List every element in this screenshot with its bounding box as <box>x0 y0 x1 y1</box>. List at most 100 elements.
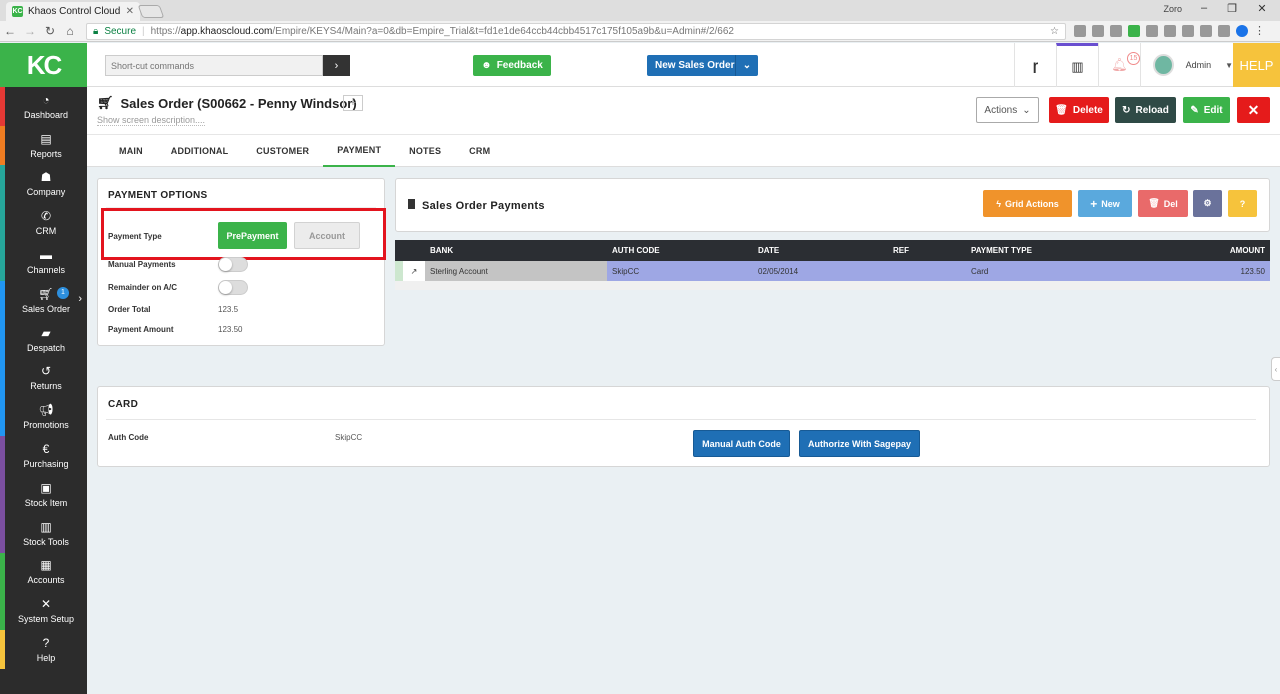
grid-help-button[interactable]: ? <box>1228 190 1257 217</box>
minimize-icon[interactable]: – <box>1190 2 1218 14</box>
column-header-amount[interactable]: AMOUNT <box>1230 246 1265 255</box>
user-menu[interactable]: Admin ▼ <box>1140 43 1233 87</box>
account-button[interactable]: Account <box>294 222 360 249</box>
back-icon[interactable]: ← <box>0 24 20 38</box>
close-button[interactable]: ✕ <box>1237 97 1270 123</box>
sidebar-item-accounts[interactable]: ▦ Accounts <box>0 552 87 592</box>
sidebar-item-sales-order[interactable]: 🛒︎ Sales Order 1 › <box>0 280 87 320</box>
warehouse-button[interactable]: ▥ <box>1056 43 1098 87</box>
chevron-right-icon: › <box>334 59 339 72</box>
tools-icon: ✕ <box>40 597 52 612</box>
sidebar-item-stock-tools[interactable]: ▥ Stock Tools <box>0 513 87 553</box>
sidebar-item-promotions[interactable]: 📢︎ Promotions <box>0 397 87 437</box>
add-button[interactable]: + <box>343 95 363 111</box>
extension-icon[interactable] <box>1074 25 1086 37</box>
sidebar-item-system-setup[interactable]: ✕ System Setup <box>0 591 87 631</box>
side-panel-toggle[interactable]: ‹ <box>1271 357 1280 381</box>
show-description-link[interactable]: Show screen description.... <box>97 115 206 126</box>
bookmark-star-icon[interactable]: ☆ <box>1050 26 1059 37</box>
forward-icon[interactable]: → <box>20 24 40 38</box>
server-icon: ▬ <box>40 248 52 263</box>
sidebar-item-label: Accounts <box>27 575 65 586</box>
sidebar-item-returns[interactable]: ↺ Returns <box>0 358 87 398</box>
manual-payments-toggle[interactable] <box>218 257 248 272</box>
new-payment-button[interactable]: + New <box>1078 190 1132 217</box>
home-icon[interactable]: ⌂ <box>60 24 80 38</box>
tab-customer[interactable]: CUSTOMER <box>242 135 323 167</box>
signal-icon: ɼ <box>1032 57 1039 73</box>
tab-payment[interactable]: PAYMENT <box>323 135 396 167</box>
column-header-payment-type[interactable]: PAYMENT TYPE <box>971 246 1032 255</box>
prepayment-button[interactable]: PrePayment <box>218 222 287 249</box>
shortcut-go-button[interactable]: › <box>323 55 350 76</box>
extension-icon[interactable] <box>1164 25 1176 37</box>
signal-button[interactable]: ɼ <box>1014 43 1056 87</box>
manual-auth-code-button[interactable]: Manual Auth Code <box>693 430 790 457</box>
extension-icon[interactable] <box>1182 25 1194 37</box>
sidebar-item-dashboard[interactable]: ◔ Dashboard <box>0 87 87 126</box>
sidebar-item-crm[interactable]: ✆ CRM <box>0 203 87 243</box>
authorize-sagepay-button[interactable]: Authorize With Sagepay <box>799 430 920 457</box>
tab-additional[interactable]: ADDITIONAL <box>157 135 243 167</box>
delete-button[interactable]: 🗑︎ Delete <box>1049 97 1109 123</box>
open-row-icon[interactable]: ↗ <box>403 261 425 281</box>
sidebar-item-label: Promotions <box>23 420 69 431</box>
column-header-auth-code[interactable]: AUTH CODE <box>612 246 660 255</box>
column-header-ref[interactable]: REF <box>893 246 909 255</box>
extension-icon[interactable] <box>1236 25 1248 37</box>
close-tab-icon[interactable]: ✕ <box>126 6 134 17</box>
sidebar-item-company[interactable]: ☗ Company <box>0 164 87 204</box>
column-header-date[interactable]: DATE <box>758 246 779 255</box>
chart-icon: ▥ <box>40 519 52 534</box>
new-sales-order-button[interactable]: New Sales Order ⌄ <box>647 55 758 76</box>
secure-label: Secure <box>104 26 137 37</box>
tab-crm[interactable]: CRM <box>455 135 504 167</box>
sidebar-item-despatch[interactable]: ▰ Despatch <box>0 319 87 359</box>
extension-icon[interactable] <box>1110 25 1122 37</box>
table-row[interactable]: ↗ Sterling Account SkipCC 02/05/2014 Car… <box>395 261 1270 281</box>
chevron-right-icon[interactable]: › <box>78 293 82 305</box>
tab-notes[interactable]: NOTES <box>395 135 455 167</box>
actions-button[interactable]: Actions ⌄ <box>976 97 1039 123</box>
extension-icon[interactable] <box>1146 25 1158 37</box>
payment-options-panel: PAYMENT OPTIONS Payment Type PrePayment … <box>97 178 386 346</box>
tab-main[interactable]: MAIN <box>105 135 157 167</box>
chevron-down-icon[interactable]: ⌄ <box>735 55 758 76</box>
auth-code-value: SkipCC <box>335 433 363 442</box>
sidebar-item-reports[interactable]: ▤ Reports <box>0 125 87 165</box>
shortcut-input[interactable] <box>105 55 323 76</box>
cell-payment-type: Card <box>971 266 989 276</box>
browser-tab-strip: KC Khaos Control Cloud ✕ Zoro – ❐ ✕ <box>0 0 1280 21</box>
payment-amount-value: 123.50 <box>218 325 243 334</box>
reload-icon[interactable]: ↻ <box>40 24 60 38</box>
extension-icon[interactable] <box>1092 25 1104 37</box>
sidebar-item-purchasing[interactable]: € Purchasing <box>0 436 87 475</box>
grid-settings-button[interactable]: ⚙ <box>1193 190 1222 217</box>
close-window-icon[interactable]: ✕ <box>1248 2 1276 15</box>
extension-icon[interactable] <box>1128 25 1140 37</box>
column-header-bank[interactable]: BANK <box>430 246 453 255</box>
sidebar-item-channels[interactable]: ▬ Channels <box>0 242 87 281</box>
browser-tab[interactable]: KC Khaos Control Cloud ✕ <box>6 2 140 21</box>
remainder-toggle[interactable] <box>218 280 248 295</box>
cell-bank: Sterling Account <box>425 261 607 281</box>
reload-button[interactable]: ↻ Reload <box>1115 97 1176 123</box>
new-tab-button[interactable] <box>137 5 165 18</box>
app-logo[interactable]: KC <box>0 43 87 87</box>
help-button[interactable]: HELP <box>1233 43 1280 87</box>
extension-icon[interactable] <box>1218 25 1230 37</box>
extension-icon[interactable] <box>1200 25 1212 37</box>
browser-user[interactable]: Zoro <box>1163 4 1182 14</box>
feedback-button[interactable]: ☻ Feedback <box>473 55 551 76</box>
sidebar-item-stock-item[interactable]: ▣ Stock Item <box>0 474 87 514</box>
maximize-icon[interactable]: ❐ <box>1218 2 1246 15</box>
url-host: app.khaoscloud.com <box>180 26 273 37</box>
edit-button[interactable]: ✎ Edit <box>1183 97 1230 123</box>
address-bar[interactable]: 🔒︎ Secure | https:// app.khaoscloud.com … <box>86 23 1066 40</box>
notifications-button[interactable]: 🔔︎ 15 <box>1098 43 1140 87</box>
browser-menu-icon[interactable]: ⋮ <box>1254 25 1266 37</box>
delete-payment-button[interactable]: 🗑︎ Del <box>1138 190 1188 217</box>
sidebar-item-help[interactable]: ? Help <box>0 630 87 669</box>
sidebar-item-label: Reports <box>30 148 62 159</box>
grid-actions-button[interactable]: ϟ Grid Actions <box>983 190 1072 217</box>
